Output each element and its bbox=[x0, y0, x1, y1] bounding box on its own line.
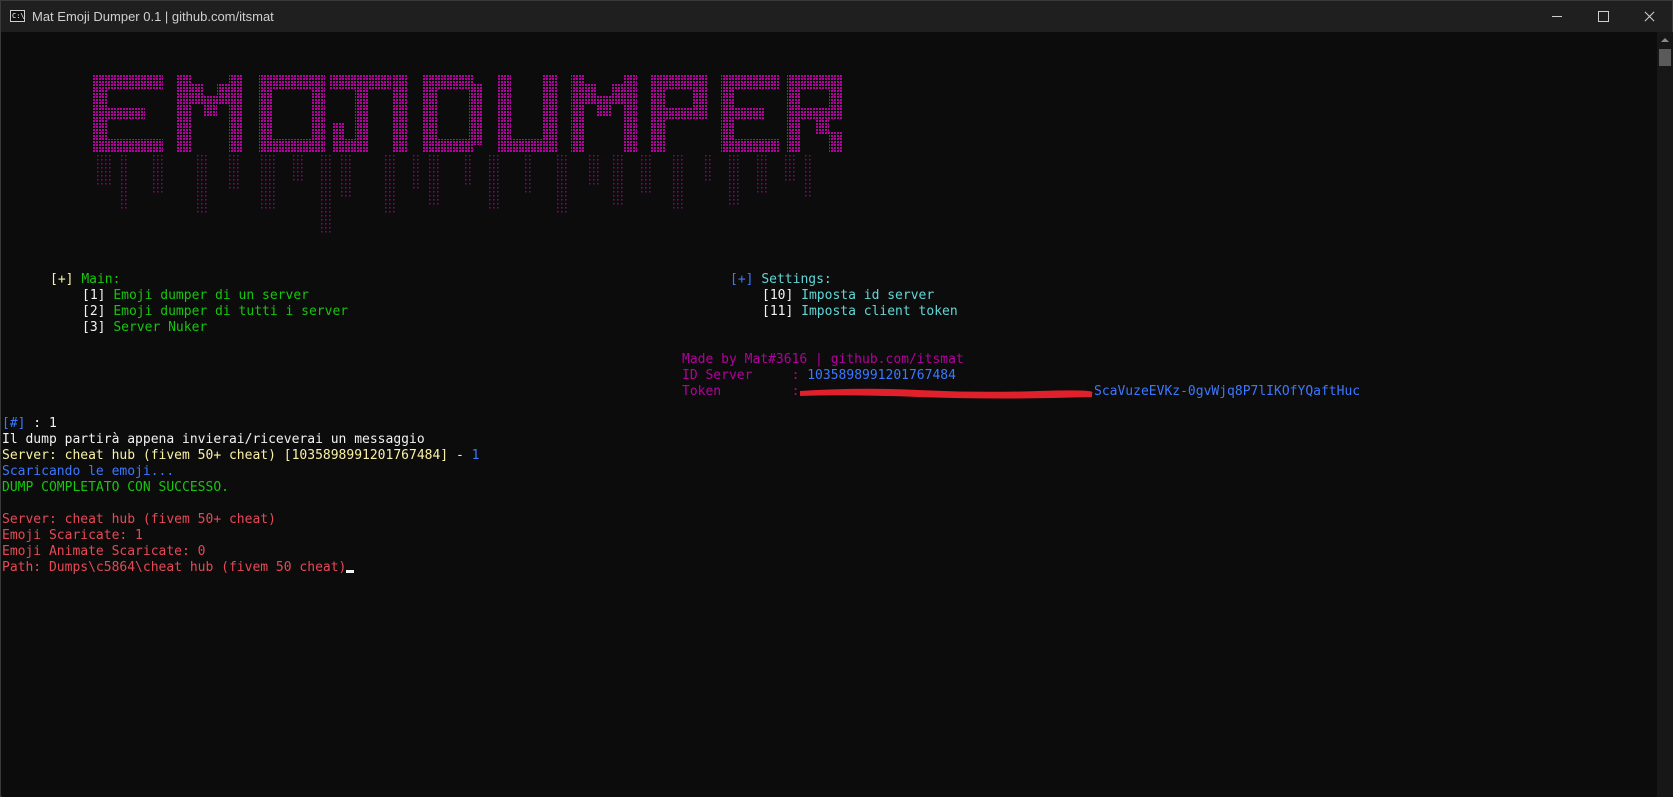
server-line-text: Server: cheat hub (fivem 50+ cheat) [103… bbox=[2, 448, 472, 463]
settings-menu-bracket: [+] bbox=[730, 272, 754, 287]
menu-item-label: Emoji dumper di un server bbox=[113, 288, 309, 303]
menu-item-key: [10] bbox=[762, 288, 794, 303]
text-cursor bbox=[346, 570, 355, 573]
prompt-bracket: [#] bbox=[2, 416, 26, 431]
title-bar[interactable]: C:\ Mat Emoji Dumper 0.1 | github.com/it… bbox=[1, 1, 1672, 32]
scroll-up-icon[interactable] bbox=[1657, 32, 1673, 48]
downloading-line: Scaricando le emoji... bbox=[2, 464, 175, 479]
maximize-button[interactable] bbox=[1580, 1, 1626, 32]
scroll-thumb[interactable] bbox=[1659, 49, 1671, 66]
main-menu-header: [+] Main: bbox=[50, 272, 120, 288]
emoji-dumper-logo bbox=[93, 75, 843, 235]
settings-menu-header: [+] Settings: bbox=[730, 272, 832, 288]
prompt-input: : 1 bbox=[25, 416, 57, 431]
menu-item-label: Imposta client token bbox=[801, 304, 958, 319]
token-line: Token : bbox=[682, 384, 799, 400]
id-server-line: ID Server : 1035898991201767484 bbox=[682, 368, 956, 384]
window-title: Mat Emoji Dumper 0.1 | github.com/itsmat bbox=[32, 9, 274, 24]
dump-start-line: Il dump partirà appena invierai/ricevera… bbox=[2, 432, 425, 447]
redaction-scribble bbox=[800, 388, 1093, 399]
id-server-label: ID Server : bbox=[682, 368, 808, 383]
main-menu-title: Main: bbox=[81, 272, 121, 287]
menu-item-label: Imposta id server bbox=[801, 288, 935, 303]
token-value: ScaVuzeEVKz-0gvWjq8P7lIKOfYQaftHuc bbox=[1094, 384, 1361, 399]
prompt-line: [#] : 1 bbox=[2, 416, 57, 432]
id-server-value: 1035898991201767484 bbox=[807, 368, 956, 383]
token-label: Token : bbox=[682, 384, 800, 399]
credits-line: Made by Mat#3616 | github.com/itsmat bbox=[682, 352, 964, 367]
path-text: Path: Dumps\c5864\cheat hub (fivem 50 ch… bbox=[2, 560, 347, 575]
menu-item-key: [2] bbox=[82, 304, 106, 319]
success-line: DUMP COMPLETATO CON SUCCESSO. bbox=[2, 480, 229, 495]
menu-item-key: [3] bbox=[82, 320, 106, 335]
server-line: Server: cheat hub (fivem 50+ cheat) [103… bbox=[2, 448, 479, 464]
summary-emoji-line: Emoji Scaricate: 1 bbox=[2, 528, 143, 543]
settings-menu-item-11: [11] Imposta client token bbox=[762, 304, 958, 320]
menu-item-label: Emoji dumper di tutti i server bbox=[113, 304, 349, 319]
console-window: C:\ Mat Emoji Dumper 0.1 | github.com/it… bbox=[0, 0, 1673, 797]
summary-server-line: Server: cheat hub (fivem 50+ cheat) bbox=[2, 512, 276, 527]
settings-menu-item-10: [10] Imposta id server bbox=[762, 288, 934, 304]
main-menu-item-3: [3] Server Nuker bbox=[82, 320, 207, 336]
settings-menu-title: Settings: bbox=[761, 272, 832, 287]
main-menu-item-1: [1] Emoji dumper di un server bbox=[82, 288, 309, 304]
menu-item-key: [1] bbox=[82, 288, 106, 303]
path-line: Path: Dumps\c5864\cheat hub (fivem 50 ch… bbox=[2, 560, 355, 576]
main-menu-item-2: [2] Emoji dumper di tutti i server bbox=[82, 304, 348, 320]
main-menu-bracket: [+] bbox=[50, 272, 74, 287]
server-line-count: 1 bbox=[471, 448, 480, 463]
menu-item-key: [11] bbox=[762, 304, 794, 319]
console-icon: C:\ bbox=[10, 10, 25, 22]
minimize-button[interactable] bbox=[1534, 1, 1580, 32]
menu-item-label: Server Nuker bbox=[113, 320, 208, 335]
summary-animated-line: Emoji Animate Scaricate: 0 bbox=[2, 544, 206, 559]
vertical-scrollbar[interactable] bbox=[1657, 32, 1673, 797]
close-button[interactable] bbox=[1626, 1, 1672, 32]
